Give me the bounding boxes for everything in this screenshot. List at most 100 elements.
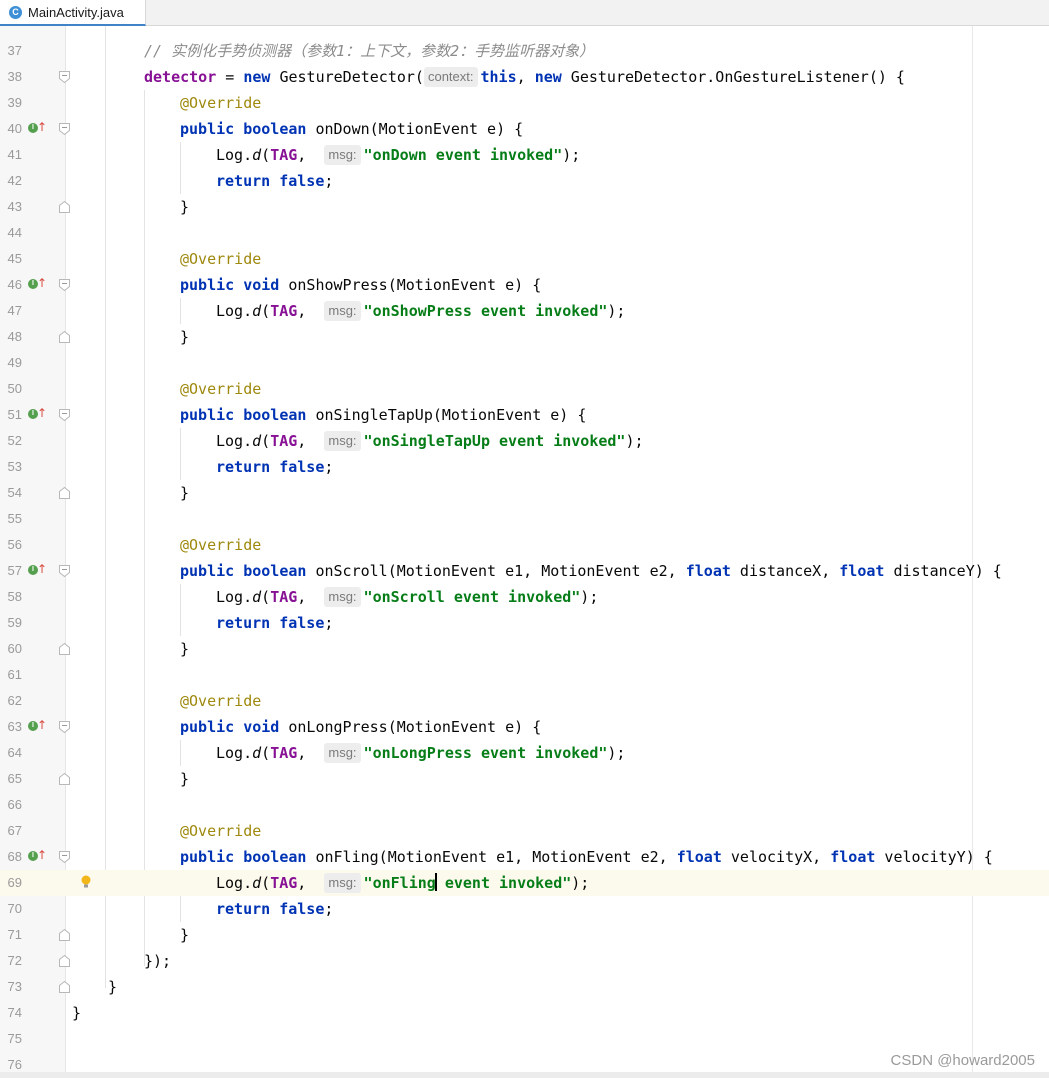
fold-end-icon[interactable] <box>59 643 70 655</box>
line-number: 51 <box>7 407 22 422</box>
code-line-current: 69 Log.d(TAG, msg: "onFling event invoked… <box>0 870 1049 896</box>
code-text: } <box>180 198 190 216</box>
code-line: 72 }); <box>0 948 1049 974</box>
code-text: } <box>72 1004 82 1022</box>
code-line: 75 <box>0 1026 1049 1052</box>
code-line: 37 // 实例化手势侦测器（参数1：上下文，参数2：手势监听器对象） <box>0 38 1049 64</box>
code-text: Log. <box>216 432 253 450</box>
keyword: boolean <box>243 848 307 866</box>
fold-icon[interactable] <box>59 123 70 135</box>
fold-icon[interactable] <box>59 721 70 733</box>
keyword: float <box>839 562 885 580</box>
line-number: 40 <box>7 121 22 136</box>
code-text: } <box>180 328 190 346</box>
fold-icon[interactable] <box>59 565 70 577</box>
method-signature: onShowPress(MotionEvent e) { <box>279 276 542 294</box>
fold-end-icon[interactable] <box>59 773 70 785</box>
up-arrow-icon: ↑ <box>37 718 48 732</box>
keyword: this <box>480 68 517 86</box>
class-icon: C <box>9 5 22 19</box>
code-line: 39 @Override <box>0 90 1049 116</box>
parameter-hint: msg: <box>324 145 361 165</box>
line-number: 41 <box>7 147 22 162</box>
code-line: 68 I ↑ public boolean onFling(MotionEvent… <box>0 844 1049 870</box>
keyword: new <box>534 68 562 86</box>
method-signature: onScroll(MotionEvent e1, MotionEvent e2, <box>306 562 686 580</box>
annotation: @Override <box>180 536 262 554</box>
fold-icon[interactable] <box>59 71 70 83</box>
line-number: 66 <box>7 797 22 812</box>
code-text: distanceX, <box>730 562 840 580</box>
fold-end-icon[interactable] <box>59 929 70 941</box>
annotation: @Override <box>180 822 262 840</box>
fold-end-icon[interactable] <box>59 955 70 967</box>
up-arrow-icon: ↑ <box>37 120 48 134</box>
keyword: return <box>216 172 271 190</box>
tab-mainactivity[interactable]: C MainActivity.java <box>0 0 146 26</box>
code-text: , <box>516 68 535 86</box>
line-number: 55 <box>7 511 22 526</box>
fold-icon[interactable] <box>59 409 70 421</box>
code-line: 40 I ↑ public boolean onDown(MotionEvent … <box>0 116 1049 142</box>
code-line: 61 <box>0 662 1049 688</box>
fold-icon[interactable] <box>59 279 70 291</box>
tab-label: MainActivity.java <box>28 4 124 20</box>
string-literal: "onShowPress event invoked" <box>363 302 608 320</box>
fold-end-icon[interactable] <box>59 487 70 499</box>
implements-method-icon[interactable]: I ↑ <box>28 277 47 293</box>
code-line: 48 } <box>0 324 1049 350</box>
implements-method-icon[interactable]: I ↑ <box>28 120 48 137</box>
keyword: void <box>243 718 280 736</box>
parameter-hint: msg: <box>324 587 361 607</box>
code-line: 62 @Override <box>0 688 1049 714</box>
code-line: 73 } <box>0 974 1049 1000</box>
keyword: false <box>279 900 325 918</box>
method-signature: onDown(MotionEvent e) { <box>306 120 524 138</box>
line-number: 57 <box>7 563 22 578</box>
keyword: float <box>676 848 722 866</box>
code-editor[interactable]: 36 37 // 实例化手势侦测器（参数1：上下文，参数2：手势监听器对象） 3… <box>0 26 1049 1078</box>
code-line: 46 I ↑ public void onShowPress(MotionEven… <box>0 272 1049 298</box>
implements-method-icon[interactable]: I ↑ <box>28 407 47 423</box>
implements-method-icon[interactable]: I ↑ <box>28 718 48 735</box>
code-line: 43 } <box>0 194 1049 220</box>
keyword: public <box>180 562 235 580</box>
fold-end-icon[interactable] <box>59 331 70 343</box>
fold-end-icon[interactable] <box>59 981 70 993</box>
field-name: detector <box>144 68 217 86</box>
line-number: 42 <box>7 173 22 188</box>
line-number: 69 <box>0 870 22 896</box>
code-line: 42 return false; <box>0 168 1049 194</box>
horizontal-scrollbar[interactable] <box>0 1072 1049 1078</box>
implements-method-icon[interactable]: I ↑ <box>28 563 47 579</box>
keyword: void <box>243 276 280 294</box>
parameter-hint: context: <box>423 67 478 87</box>
lightbulb-icon[interactable] <box>80 875 92 889</box>
line-number: 49 <box>7 355 22 370</box>
fold-icon[interactable] <box>59 851 70 863</box>
string-literal: event invoked" <box>435 874 572 892</box>
code-line: 54 } <box>0 480 1049 506</box>
string-literal: "onLongPress event invoked" <box>363 744 608 762</box>
string-literal: "onScroll event invoked" <box>363 588 581 606</box>
line-number: 54 <box>7 485 22 500</box>
line-number: 50 <box>7 381 22 396</box>
method-call: d <box>252 146 262 164</box>
code-text: }); <box>144 952 172 970</box>
line-number: 70 <box>7 901 22 916</box>
line-number: 38 <box>7 69 22 84</box>
keyword: public <box>180 718 235 736</box>
annotation: @Override <box>180 250 262 268</box>
code-text: } <box>180 484 190 502</box>
line-number: 68 <box>7 849 22 864</box>
implements-method-icon[interactable]: I ↑ <box>28 849 47 865</box>
line-number: 53 <box>7 459 22 474</box>
line-number: 39 <box>7 95 22 110</box>
fold-end-icon[interactable] <box>59 201 70 213</box>
line-number: 61 <box>7 667 22 682</box>
code-line: 63 I ↑ public void onLongPress(MotionEven… <box>0 714 1049 740</box>
code-line: 60 } <box>0 636 1049 662</box>
code-line: 51 I ↑ public boolean onSingleTapUp(Motio… <box>0 402 1049 428</box>
method-signature: onLongPress(MotionEvent e) { <box>279 718 542 736</box>
code-text: GestureDetector( <box>270 68 424 86</box>
